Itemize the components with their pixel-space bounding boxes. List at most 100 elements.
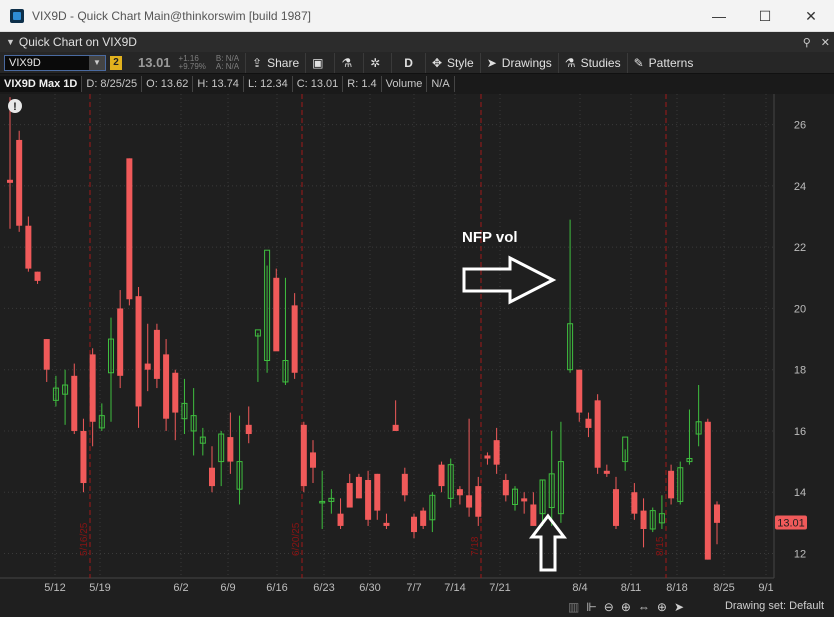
- bar-date: D: 8/25/25: [82, 76, 143, 92]
- event-marker-label: 6/20/25: [291, 522, 302, 556]
- candle-body-down: [337, 513, 344, 526]
- patterns-button[interactable]: ✎ Patterns: [626, 52, 700, 73]
- style-icon: ✥: [431, 55, 443, 70]
- candle-body-down: [411, 516, 417, 533]
- candle-body-down: [163, 354, 170, 419]
- y-tick-label: 26: [794, 120, 806, 132]
- candle-body-down: [80, 430, 87, 484]
- collapse-caret-icon[interactable]: ▼: [6, 37, 15, 47]
- camera-icon: ▣: [312, 55, 324, 70]
- lab-button[interactable]: ⚗: [334, 52, 363, 73]
- y-tick-label: 12: [794, 548, 806, 560]
- candle-body-down: [631, 492, 638, 514]
- x-tick-label: 8/25: [713, 582, 734, 594]
- style-button[interactable]: ✥ Style: [424, 52, 480, 73]
- pointer-icon[interactable]: ➤: [674, 600, 684, 614]
- window-title-bar: VIX9D - Quick Chart Main@thinkorswim [bu…: [0, 0, 834, 32]
- aggregation-button[interactable]: D: [391, 52, 425, 73]
- candle-body-down: [576, 369, 583, 413]
- snapshot-button[interactable]: ▣: [305, 52, 334, 73]
- candle-body-down: [383, 522, 390, 526]
- candle-body-down: [273, 277, 280, 352]
- candle-body-down: [521, 498, 528, 502]
- candle-body-down: [374, 473, 381, 511]
- price-chart[interactable]: 26 24 22 20 18 16 14 12 5/12 5/19 6/2 6/9 6/16 6/23 6/…: [0, 94, 834, 617]
- studies-label: Studies: [580, 55, 621, 70]
- chart-toolbar: VIX9D ▼ 2 13.01 +1.16 +9.79% B: N/A A: N…: [0, 52, 834, 74]
- maximize-button[interactable]: ☐: [742, 0, 788, 32]
- x-tick-label: 6/9: [220, 582, 235, 594]
- info-icon-glyph: !: [13, 101, 17, 113]
- annotation-text: NFP vol: [462, 229, 518, 246]
- patterns-label: Patterns: [648, 55, 694, 70]
- candle-body-down: [365, 479, 372, 520]
- x-tick-label: 9/1: [758, 582, 773, 594]
- chart-info-bar: VIX9D Max 1D D: 8/25/25 O: 13.62 H: 13.7…: [0, 74, 834, 94]
- drawing-set-label[interactable]: Drawing set: Default: [725, 600, 824, 612]
- candle-body-down: [346, 483, 353, 508]
- candle-body-down: [117, 308, 124, 376]
- share-icon: ⇪: [252, 55, 263, 70]
- candle-body-down: [89, 354, 96, 422]
- x-tick-label: 6/30: [359, 582, 380, 594]
- symbol-dropdown-icon[interactable]: ▼: [89, 55, 105, 70]
- chart-title: VIX9D Max 1D: [0, 76, 83, 92]
- candle-body-down: [585, 418, 592, 428]
- event-marker-label: 8/15: [655, 536, 666, 556]
- candle-body-down: [668, 470, 675, 499]
- candle-body-down: [438, 464, 445, 487]
- event-marker-label: 7/18: [470, 536, 481, 556]
- x-tick-label: 6/23: [313, 582, 334, 594]
- candle-body-down: [209, 467, 215, 487]
- candle-body-down: [300, 424, 307, 487]
- last-price-bubble-label: 13.01: [777, 518, 805, 530]
- share-label: Share: [267, 55, 300, 70]
- candle-body-down: [16, 139, 23, 226]
- symbol-selector[interactable]: VIX9D ▼: [4, 54, 106, 71]
- drag-icon[interactable]: ⇔: [638, 600, 650, 614]
- zoom-out-icon[interactable]: ⊖: [604, 600, 614, 614]
- candle-body-down: [401, 473, 408, 496]
- close-button[interactable]: ✕: [788, 0, 834, 32]
- candle-body-down: [34, 271, 41, 281]
- candle-body-down: [640, 510, 647, 529]
- candle-body-down: [126, 158, 133, 300]
- zoom-in-icon[interactable]: ⊕: [621, 600, 631, 614]
- crosshair-icon[interactable]: ⊕: [657, 600, 667, 614]
- drawings-button[interactable]: ➤ Drawings: [479, 52, 558, 73]
- change-percent: +9.79%: [178, 61, 206, 71]
- panel-title: Quick Chart on VIX9D: [18, 35, 137, 49]
- scroll-thumb-icon[interactable]: ▥: [568, 600, 579, 614]
- x-tick-label: 7/21: [489, 582, 510, 594]
- flask-icon: ⚗: [341, 55, 353, 70]
- y-tick-label: 24: [794, 181, 806, 193]
- window-title: VIX9D - Quick Chart Main@thinkorswim [bu…: [32, 8, 311, 23]
- candle-body-down: [310, 452, 316, 468]
- candle-body-down: [475, 486, 482, 517]
- bar-close: C: 13.01: [293, 76, 344, 92]
- candle-body-down: [392, 424, 399, 431]
- y-tick-label: 16: [794, 426, 806, 438]
- expand-icon[interactable]: ⊩: [586, 600, 596, 614]
- pin-icon[interactable]: ⚲: [803, 36, 811, 49]
- status-bar: ▥ ⊩ ⊖ ⊕ ⇔ ⊕ ➤ Drawing set: Default: [0, 596, 834, 617]
- share-button[interactable]: ⇪ Share: [245, 52, 305, 73]
- minimize-button[interactable]: —: [696, 0, 742, 32]
- candle-body-down: [227, 437, 234, 462]
- cursor-icon: ➤: [486, 55, 497, 70]
- y-tick-label: 18: [794, 365, 806, 377]
- candle-body-down: [43, 339, 50, 370]
- settings-button[interactable]: ✲: [363, 52, 391, 73]
- x-tick-label: 8/18: [666, 582, 687, 594]
- candle-body-down: [456, 489, 463, 496]
- candle-body-down: [144, 363, 151, 370]
- x-tick-label: 6/16: [266, 582, 287, 594]
- candle-body-down: [502, 479, 509, 496]
- last-price: 13.01: [138, 55, 171, 70]
- panel-close-icon[interactable]: ✕: [821, 36, 830, 49]
- price-change: +1.16 +9.79%: [178, 54, 206, 71]
- volume-label: Volume: [382, 76, 428, 92]
- symbol-input[interactable]: VIX9D: [5, 57, 41, 69]
- studies-button[interactable]: ⚗ Studies: [557, 52, 627, 73]
- link-group-badge[interactable]: 2: [110, 55, 122, 70]
